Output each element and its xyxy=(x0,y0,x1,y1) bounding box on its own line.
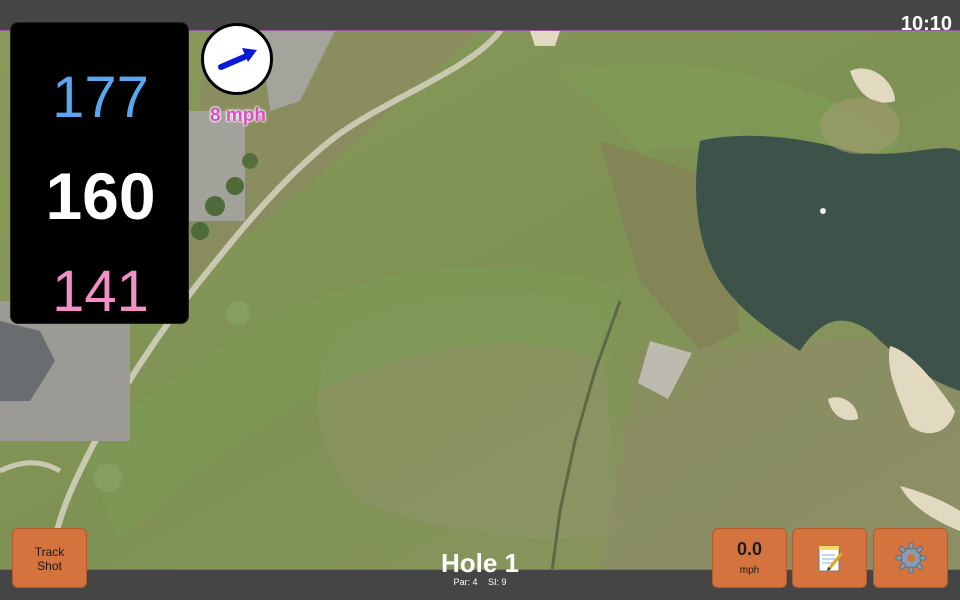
distance-back: 177 xyxy=(52,65,149,130)
hole-si: SI: 9 xyxy=(488,577,507,587)
notepad-icon xyxy=(818,545,843,572)
settings-button[interactable] xyxy=(873,528,948,588)
speed-button[interactable]: 0.0 mph xyxy=(712,528,787,588)
distance-middle: 160 xyxy=(45,159,156,233)
speed-unit: mph xyxy=(739,565,760,576)
wind-indicator xyxy=(201,23,273,95)
hole-title: Hole 1 xyxy=(440,548,520,578)
speed-value: 0.0 xyxy=(736,539,763,559)
track-shot-button[interactable]: Track Shot xyxy=(12,528,87,588)
track-shot-label-line1: Track xyxy=(34,545,65,559)
track-shot-label-line2: Shot xyxy=(37,559,62,573)
hole-par: Par: 4 xyxy=(453,577,478,587)
distance-panel: 177 160 141 xyxy=(10,22,189,324)
notes-button[interactable] xyxy=(792,528,867,588)
wind-speed: 8 mph xyxy=(210,105,266,126)
distance-front: 141 xyxy=(52,259,149,324)
hole-info: Par: 4 SI: 9 xyxy=(380,578,580,587)
gear-icon xyxy=(895,542,926,574)
wind-arrow-icon xyxy=(218,48,257,70)
